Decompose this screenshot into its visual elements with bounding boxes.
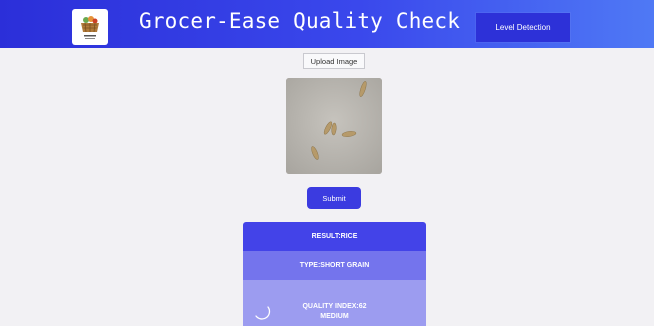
upload-image-button[interactable]: Upload Image bbox=[303, 53, 365, 69]
quality-level-label: MEDIUM bbox=[320, 313, 349, 320]
quality-text: QUALITY INDEX:62 MEDIUM bbox=[243, 302, 426, 322]
rice-grains-image bbox=[286, 78, 382, 174]
app-title: Grocer-Ease Quality Check bbox=[139, 9, 461, 33]
quality-index-label: QUALITY INDEX:62 bbox=[302, 303, 367, 310]
submit-button[interactable]: Submit bbox=[307, 187, 361, 209]
level-detection-button[interactable]: Level Detection bbox=[476, 13, 570, 42]
result-label: RESULT:RICE bbox=[311, 233, 358, 240]
grocery-basket-logo-icon bbox=[72, 9, 108, 45]
type-label: TYPE:SHORT GRAIN bbox=[299, 262, 370, 269]
app-header: Grocer-Ease Quality Check Level Detectio… bbox=[0, 0, 654, 48]
type-card: TYPE:SHORT GRAIN bbox=[243, 251, 426, 280]
result-card: RESULT:RICE bbox=[243, 222, 426, 251]
quality-card: QUALITY INDEX:62 MEDIUM bbox=[243, 280, 426, 326]
